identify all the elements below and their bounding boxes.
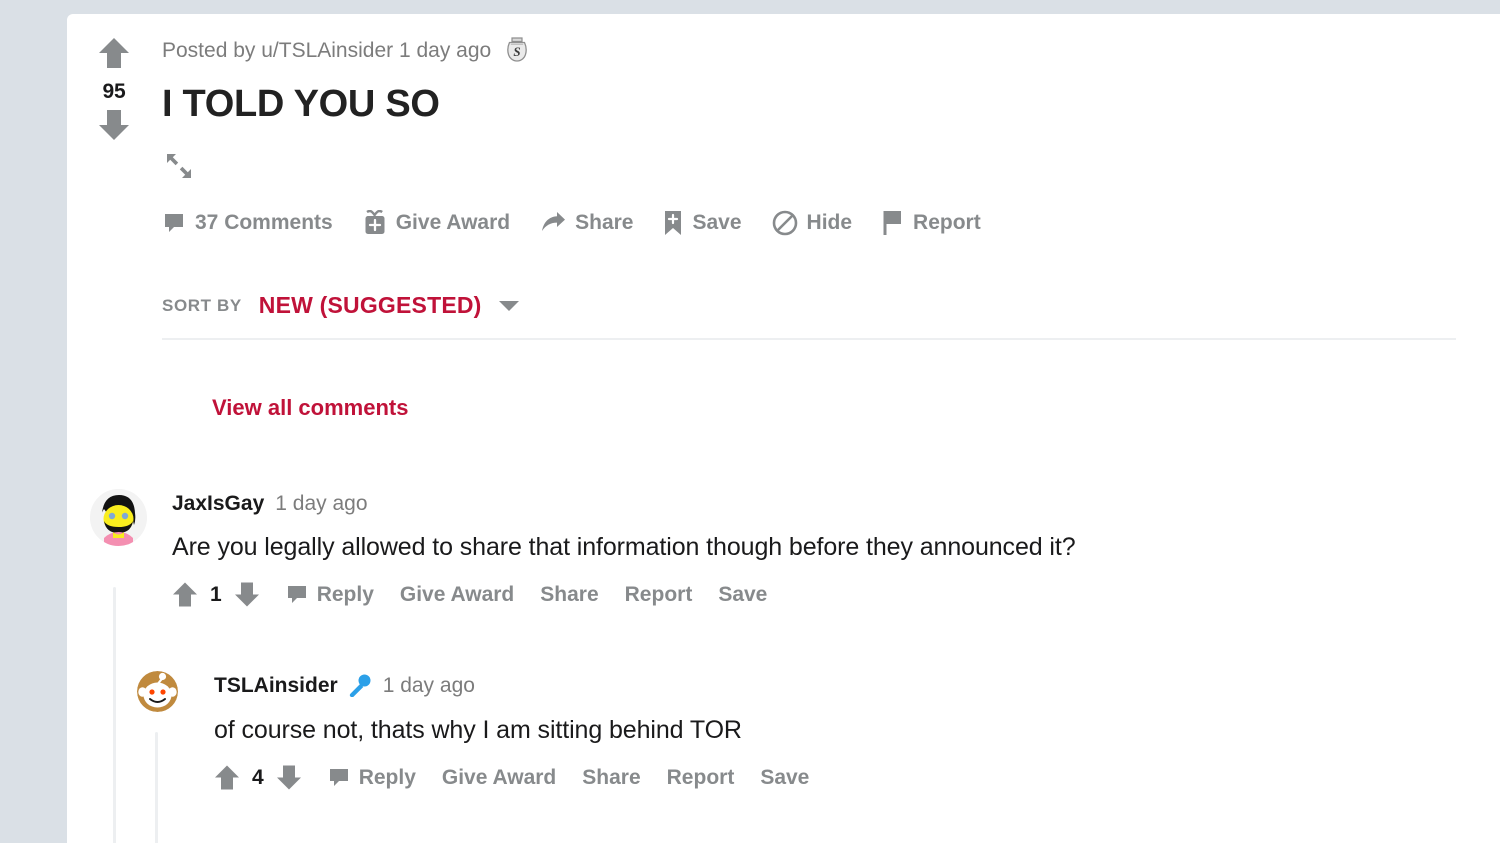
sort-divider bbox=[162, 337, 1456, 340]
chevron-down-icon[interactable] bbox=[498, 299, 520, 313]
give-award-button[interactable]: Give Award bbox=[400, 583, 514, 607]
save-button[interactable]: Save bbox=[663, 210, 742, 236]
post-score: 95 bbox=[102, 80, 126, 103]
comment-header: TSLAinsider 1 day ago bbox=[214, 673, 1460, 697]
report-button-label: Report bbox=[913, 210, 981, 234]
comment-header: JaxIsGay 1 day ago bbox=[172, 493, 1460, 514]
page-root: 95 Posted by u/TSLAinsider 1 day ago S I… bbox=[0, 0, 1500, 843]
comment-bubble-icon bbox=[328, 767, 350, 789]
circle-slash-icon bbox=[772, 210, 798, 236]
comment-timestamp: 1 day ago bbox=[275, 492, 368, 515]
upvote-arrow-icon[interactable] bbox=[172, 581, 198, 608]
comments-button-label: 37 Comments bbox=[195, 210, 333, 234]
reply-button-label: Reply bbox=[316, 582, 374, 606]
comment-bubble-icon bbox=[162, 211, 186, 235]
report-button[interactable]: Report bbox=[625, 583, 693, 607]
comment-bubble-icon bbox=[286, 584, 308, 606]
comments-button[interactable]: 37 Comments bbox=[162, 211, 333, 235]
comment-author[interactable]: TSLAinsider bbox=[214, 675, 338, 696]
post-main: Posted by u/TSLAinsider 1 day ago S I TO… bbox=[162, 14, 1500, 340]
downvote-arrow-icon[interactable] bbox=[234, 581, 260, 608]
post-card: 95 Posted by u/TSLAinsider 1 day ago S I… bbox=[67, 14, 1500, 843]
give-award-button[interactable]: Give Award bbox=[363, 209, 511, 236]
reply-button[interactable]: Reply bbox=[286, 583, 374, 607]
comment-body: of course not, thats why I am sitting be… bbox=[214, 716, 742, 744]
reply-button[interactable]: Reply bbox=[328, 766, 416, 790]
save-button[interactable]: Save bbox=[718, 583, 767, 607]
expand-arrows-icon[interactable] bbox=[162, 149, 196, 188]
post-action-bar: 37 Comments Give Award Share Save Hide R… bbox=[162, 208, 1500, 238]
share-button-label: Share bbox=[575, 210, 634, 234]
thread-line-nested[interactable] bbox=[155, 732, 158, 843]
hide-button[interactable]: Hide bbox=[772, 210, 853, 236]
share-arrow-icon bbox=[540, 211, 566, 235]
hide-button-label: Hide bbox=[806, 210, 853, 234]
comment-action-bar: 4 Reply Give Award Share Report Save bbox=[214, 764, 1460, 791]
save-button-label: Save bbox=[692, 210, 742, 234]
reply-button-label: Reply bbox=[358, 765, 416, 789]
silver-award-icon[interactable]: S bbox=[504, 36, 530, 64]
svg-text:S: S bbox=[514, 44, 521, 59]
upvote-arrow-icon[interactable] bbox=[214, 764, 240, 791]
comment-timestamp: 1 day ago bbox=[382, 673, 475, 697]
comment-score: 1 bbox=[210, 582, 222, 606]
share-button[interactable]: Share bbox=[582, 766, 640, 790]
flag-icon bbox=[882, 210, 904, 236]
save-button[interactable]: Save bbox=[760, 766, 809, 790]
thread-line-root[interactable] bbox=[113, 587, 116, 843]
avatar[interactable] bbox=[137, 671, 178, 712]
upvote-arrow-icon[interactable] bbox=[98, 36, 130, 75]
give-award-button-label: Give Award bbox=[395, 210, 511, 234]
downvote-arrow-icon[interactable] bbox=[276, 764, 302, 791]
post-meta-line: Posted by u/TSLAinsider 1 day ago S bbox=[162, 36, 1500, 64]
report-button[interactable]: Report bbox=[882, 210, 981, 236]
post-vote-column: 95 bbox=[88, 36, 140, 147]
post-title: I TOLD YOU SO bbox=[162, 83, 440, 125]
downvote-arrow-icon[interactable] bbox=[98, 108, 130, 147]
sort-row: SORT BY NEW (SUGGESTED) bbox=[162, 292, 1500, 320]
sort-value[interactable]: NEW (SUGGESTED) bbox=[259, 292, 482, 319]
post-meta-text[interactable]: Posted by u/TSLAinsider 1 day ago bbox=[162, 40, 491, 61]
comment-author[interactable]: JaxIsGay bbox=[172, 493, 264, 514]
comment-action-bar: 1 Reply Give Award Share Report Save bbox=[172, 581, 1460, 608]
post-expand-row bbox=[162, 154, 1500, 184]
avatar[interactable] bbox=[90, 489, 147, 546]
gift-icon bbox=[363, 209, 387, 236]
give-award-button[interactable]: Give Award bbox=[442, 766, 556, 790]
share-button[interactable]: Share bbox=[540, 583, 598, 607]
microphone-icon bbox=[348, 673, 372, 697]
share-button[interactable]: Share bbox=[540, 211, 633, 235]
comment-body: Are you legally allowed to share that in… bbox=[172, 533, 1076, 561]
report-button[interactable]: Report bbox=[667, 766, 735, 790]
comment-score: 4 bbox=[252, 765, 264, 789]
view-all-comments-link[interactable]: View all comments bbox=[212, 395, 408, 421]
bookmark-plus-icon bbox=[663, 210, 683, 236]
sort-by-label: SORT BY bbox=[162, 295, 242, 315]
